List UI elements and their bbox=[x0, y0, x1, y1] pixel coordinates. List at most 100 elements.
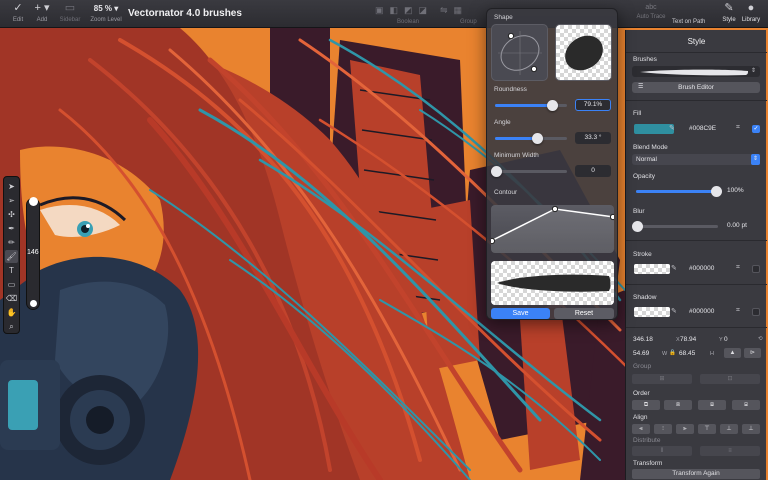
roundness-fill bbox=[495, 104, 552, 107]
angle-knob[interactable] bbox=[532, 133, 543, 144]
rectangle-tool-icon[interactable]: ▭ bbox=[5, 278, 18, 291]
fill-link-icon[interactable]: ⌗ bbox=[736, 124, 740, 132]
contour-point-end[interactable] bbox=[609, 213, 614, 221]
bring-to-front-button[interactable]: ⧉ bbox=[632, 400, 660, 410]
zoom-tool-icon[interactable]: ⌕ bbox=[5, 320, 18, 333]
flip-horizontal-icon[interactable]: ⊳ bbox=[744, 348, 761, 358]
text-tool-icon[interactable]: T bbox=[5, 264, 18, 277]
align-left-button[interactable]: ⫷ bbox=[632, 424, 650, 434]
auto-trace-button[interactable]: abc Auto Trace bbox=[631, 4, 671, 20]
brush-tool-icon[interactable]: 🖌 bbox=[5, 250, 18, 263]
group-buttons[interactable]: ⇋ ▦ bbox=[440, 5, 462, 16]
shadow-color-swatch[interactable] bbox=[634, 307, 670, 317]
min-width-knob[interactable] bbox=[491, 166, 502, 177]
w-label: W bbox=[662, 351, 668, 357]
shape-ellipse-handle[interactable] bbox=[492, 25, 549, 82]
send-backward-button[interactable]: ⧇ bbox=[698, 400, 726, 410]
align-center-h-button[interactable]: ⫶ bbox=[654, 424, 672, 434]
align-right-button[interactable]: ⫸ bbox=[676, 424, 694, 434]
style-panel: Style Brushes ⇕ ☰ Brush Editor Fill ✎ #0… bbox=[625, 30, 767, 480]
hand-icon[interactable]: ✋ bbox=[5, 306, 18, 319]
fill-enabled-checkbox[interactable]: ✓ bbox=[752, 125, 760, 133]
w-field[interactable]: 54.69 bbox=[633, 350, 649, 357]
shadow-enabled-checkbox[interactable] bbox=[752, 308, 760, 316]
eyedropper-icon[interactable]: ✎ bbox=[671, 307, 677, 315]
reset-button[interactable]: Reset bbox=[554, 308, 614, 319]
distribute-v-button[interactable]: ≡ bbox=[700, 446, 760, 456]
align-bottom-button[interactable]: ⊥ bbox=[742, 424, 760, 434]
pencil-icon[interactable]: ✏ bbox=[5, 236, 18, 249]
selection-arrow-icon[interactable]: ➤ bbox=[5, 180, 18, 193]
zoom-level-button[interactable]: 85 % ▾ Zoom Level bbox=[86, 2, 126, 23]
angle-field[interactable]: 33.3 ° bbox=[575, 132, 611, 144]
stroke-hex-value[interactable]: #000000 bbox=[689, 265, 714, 272]
text-on-path-button[interactable]: Text on Path bbox=[672, 19, 705, 25]
bring-forward-button[interactable]: ⧈ bbox=[664, 400, 692, 410]
lock-icon[interactable]: 🔒 bbox=[669, 350, 676, 356]
direct-selection-icon[interactable]: ➢ bbox=[5, 194, 18, 207]
opacity-value[interactable]: 100% bbox=[727, 187, 744, 194]
stroke-enabled-checkbox[interactable] bbox=[752, 265, 760, 273]
roundness-slider[interactable] bbox=[495, 100, 567, 111]
subtract-icon[interactable]: ◧ bbox=[390, 5, 399, 16]
group-icon[interactable]: ▦ bbox=[454, 5, 463, 16]
shadow-hex-value[interactable]: #000000 bbox=[689, 308, 714, 315]
send-to-back-button[interactable]: ⧆ bbox=[732, 400, 760, 410]
eraser-icon[interactable]: ⌫ bbox=[5, 292, 18, 305]
h-label: H bbox=[710, 351, 714, 357]
contour-point-start[interactable] bbox=[491, 237, 496, 245]
blur-value[interactable]: 0.00 pt bbox=[727, 222, 747, 229]
sidebar-button[interactable]: ▭ Sidebar bbox=[53, 2, 87, 23]
min-width-field[interactable]: 0 bbox=[575, 165, 611, 177]
distribute-h-button[interactable]: ⫴ bbox=[632, 446, 692, 456]
difference-icon[interactable]: ◪ bbox=[419, 5, 428, 16]
blur-knob[interactable] bbox=[632, 221, 643, 232]
contour-editor[interactable] bbox=[491, 205, 614, 253]
group-button[interactable]: ⊞ bbox=[632, 374, 692, 384]
pen-icon[interactable]: ✒ bbox=[5, 222, 18, 235]
node-icon[interactable]: ✣ bbox=[5, 208, 18, 221]
h-field[interactable]: 68.45 bbox=[679, 350, 695, 357]
fill-color-swatch[interactable] bbox=[634, 124, 674, 134]
brush-icon: ✎ bbox=[724, 2, 734, 14]
brush-editor-button[interactable]: ☰ Brush Editor bbox=[632, 82, 760, 93]
ungroup-button[interactable]: ⊡ bbox=[700, 374, 760, 384]
opacity-knob[interactable] bbox=[711, 186, 722, 197]
brush-size-knob-max[interactable] bbox=[29, 197, 38, 206]
align-center-v-button[interactable]: ⊥ bbox=[720, 424, 738, 434]
eyedropper-icon[interactable]: ✎ bbox=[669, 124, 675, 132]
blur-slider[interactable] bbox=[632, 221, 718, 232]
align-top-button[interactable]: ⊤ bbox=[698, 424, 716, 434]
library-tab-button[interactable]: ● Library bbox=[736, 2, 766, 23]
stroke-link-icon[interactable]: ⌗ bbox=[736, 264, 740, 272]
transform-again-button[interactable]: Transform Again bbox=[632, 469, 760, 479]
divider bbox=[626, 240, 767, 241]
brush-selector[interactable]: ⇕ bbox=[632, 66, 760, 77]
stroke-color-swatch[interactable] bbox=[634, 264, 670, 274]
blend-mode-select[interactable]: Normal ⇕ bbox=[632, 154, 760, 165]
divider bbox=[626, 284, 767, 285]
shape-angle-control[interactable] bbox=[491, 24, 548, 81]
boolean-group[interactable]: ▣ ◧ ◩ ◪ bbox=[375, 5, 427, 16]
save-button[interactable]: Save bbox=[491, 308, 550, 319]
fill-hex-value[interactable]: #008C9E bbox=[689, 125, 716, 132]
brush-stroke-preview bbox=[491, 261, 614, 305]
intersect-icon[interactable]: ◩ bbox=[404, 5, 413, 16]
contour-point-mid[interactable] bbox=[551, 205, 559, 213]
shadow-label: Shadow bbox=[633, 294, 657, 301]
opacity-slider[interactable] bbox=[636, 186, 722, 197]
union-icon[interactable]: ▣ bbox=[375, 5, 384, 16]
roundness-knob[interactable] bbox=[547, 100, 558, 111]
min-width-slider[interactable] bbox=[491, 166, 567, 177]
roundness-field[interactable]: 79.1% bbox=[575, 99, 611, 111]
angle-slider[interactable] bbox=[495, 133, 567, 144]
brush-size-knob-min[interactable] bbox=[30, 300, 37, 307]
rotation-field[interactable]: 0 bbox=[724, 336, 728, 343]
sidebar-icon: ▭ bbox=[64, 2, 76, 14]
x-field[interactable]: 346.18 bbox=[633, 336, 653, 343]
flip-vertical-icon[interactable]: ▲ bbox=[724, 348, 741, 358]
eyedropper-icon[interactable]: ✎ bbox=[671, 264, 677, 272]
flip-icon[interactable]: ⇋ bbox=[440, 5, 448, 16]
y-field[interactable]: 78.94 bbox=[680, 336, 696, 343]
shadow-link-icon[interactable]: ⌗ bbox=[736, 307, 740, 315]
